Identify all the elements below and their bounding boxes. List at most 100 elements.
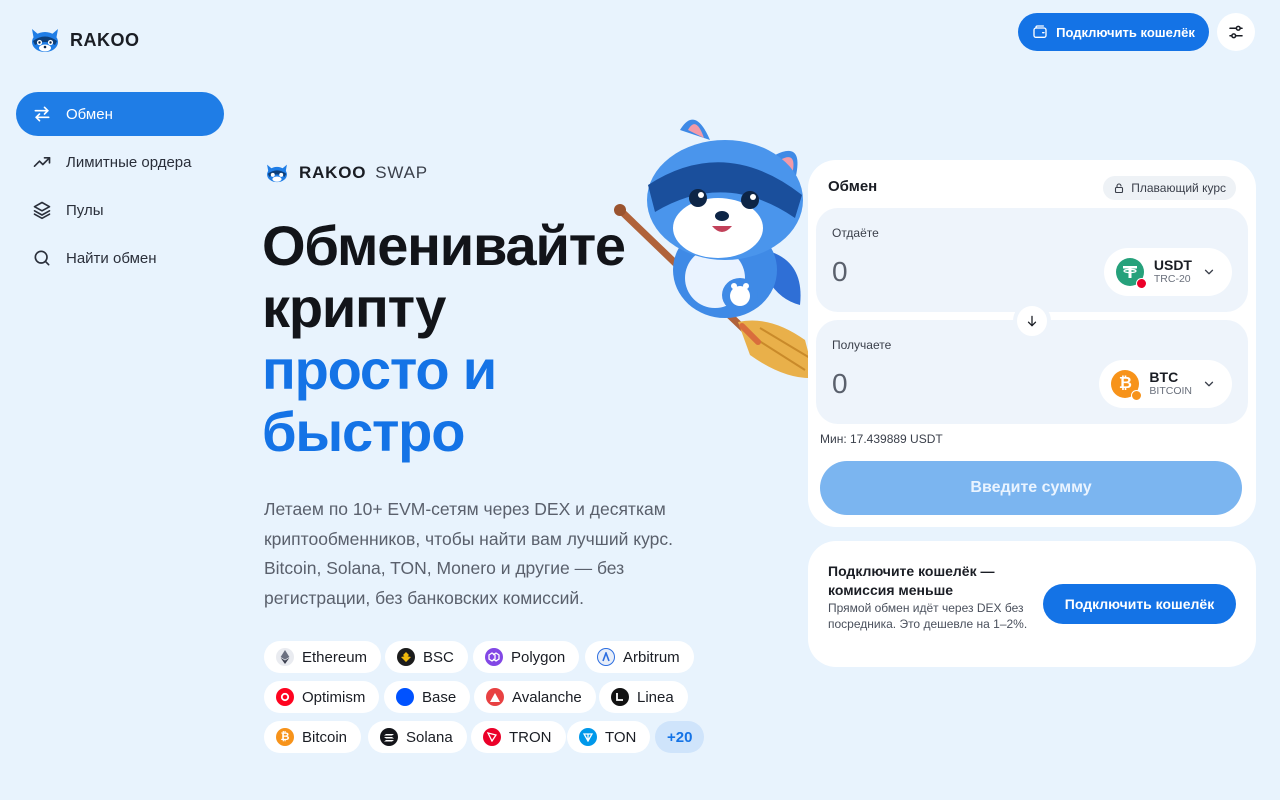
give-token-select[interactable]: USDT TRC-20: [1103, 248, 1232, 296]
base-icon: [396, 688, 414, 706]
sidebar-item-find-exchange[interactable]: Найти обмен: [16, 236, 224, 280]
promo-connect-wallet-button[interactable]: Подключить кошелёк: [1043, 584, 1236, 624]
give-token-info: USDT TRC-20: [1154, 258, 1192, 286]
receive-token-select[interactable]: ₿ BTC BITCOIN: [1099, 360, 1232, 408]
logo[interactable]: RAKOO: [28, 26, 140, 54]
headline-line-1: Обменивайте: [262, 214, 626, 277]
tron-network-badge-icon: [1135, 278, 1147, 289]
headline-line-4: быстро: [262, 400, 465, 463]
sidebar-item-pools[interactable]: Пулы: [16, 188, 224, 232]
trend-up-icon: [33, 157, 51, 167]
rate-mode-toggle[interactable]: Плавающий курс: [1103, 176, 1236, 200]
page-title: Обменивайте крипту просто и быстро: [262, 214, 626, 463]
usdt-icon: [1115, 258, 1147, 289]
chain-chip-optimism[interactable]: Optimism: [264, 681, 380, 713]
layers-icon: [33, 201, 51, 220]
receive-token-network: BITCOIN: [1149, 385, 1192, 397]
receive-token-info: BTC BITCOIN: [1149, 370, 1192, 398]
sidebar: Обмен Лимитные ордера Пулы Найти обмен: [16, 92, 224, 284]
hero-brand-secondary: SWAP: [375, 163, 428, 182]
settings-button[interactable]: [1217, 13, 1255, 51]
swap-card-title: Обмен: [828, 178, 878, 195]
promo-title: Подключите кошелёк — комиссия меньше: [828, 563, 995, 598]
wallet-icon: [1033, 25, 1047, 38]
raccoon-mascot-illustration: [614, 119, 815, 379]
hero-description: Летаем по 10+ EVM-сетям через DEX и деся…: [264, 499, 674, 608]
ethereum-icon: [276, 648, 294, 666]
solana-icon: [380, 728, 398, 746]
chip-label: Polygon: [511, 648, 566, 666]
headline-line-2: крипту: [262, 276, 446, 339]
chain-chip-base[interactable]: Base: [384, 681, 471, 713]
chain-chip-tron[interactable]: TRON: [471, 721, 566, 753]
receive-amount-input[interactable]: [832, 366, 1032, 402]
swap-direction-button[interactable]: [1013, 302, 1051, 340]
raccoon-logo-icon: [32, 29, 58, 52]
optimism-icon: [276, 688, 294, 706]
chain-chip-bitcoin[interactable]: ₿ Bitcoin: [264, 721, 362, 753]
connect-wallet-button[interactable]: Подключить кошелёк: [1018, 13, 1209, 51]
bitcoin-network-badge-icon: [1131, 390, 1143, 401]
give-token-name: USDT: [1153, 257, 1192, 273]
receive-label: Получаете: [832, 338, 892, 352]
chip-label: Avalanche: [512, 688, 582, 706]
connect-wallet-label: Подключить кошелёк: [1056, 24, 1195, 40]
give-box: Отдаёте USDT TRC-20: [816, 208, 1248, 312]
avalanche-icon: [486, 688, 504, 706]
chain-chip-solana[interactable]: Solana: [368, 721, 467, 753]
give-amount-input[interactable]: [832, 254, 1032, 290]
hero-brand: RAKOO SWAP: [264, 162, 428, 184]
chain-chip-polygon[interactable]: Polygon: [473, 641, 580, 673]
sidebar-item-swap[interactable]: Обмен: [16, 92, 224, 136]
rate-mode-label: Плавающий курс: [1131, 181, 1226, 195]
give-token-network: TRC-20: [1153, 273, 1191, 285]
arbitrum-icon: [597, 648, 615, 666]
headline-line-3: просто и: [262, 338, 497, 401]
chip-label: Ethereum: [302, 648, 368, 666]
ton-icon: [579, 728, 597, 746]
swap-card: Обмен Плавающий курс Отдаёте USDT TRC-20…: [808, 160, 1256, 527]
sidebar-item-label: Обмен: [66, 105, 113, 123]
minimum-amount: Мин: 17.439889 USDT: [820, 432, 943, 446]
wallet-promo-card: Подключите кошелёк — комиссия меньше Пря…: [808, 541, 1256, 667]
sidebar-item-label: Лимитные ордера: [66, 153, 192, 171]
arrow-down-icon: [1027, 315, 1037, 327]
bitcoin-icon: ₿: [276, 728, 294, 746]
chain-chip-bsc[interactable]: BSC: [385, 641, 468, 673]
chevron-down-icon: [1204, 269, 1214, 275]
tron-icon: [483, 728, 501, 746]
sliders-icon: [1229, 25, 1243, 39]
sidebar-item-label: Найти обмен: [66, 249, 157, 267]
chip-label: Base: [422, 688, 457, 706]
search-icon: [34, 250, 50, 266]
chain-chip-ethereum[interactable]: Ethereum: [264, 641, 382, 673]
chevron-down-icon: [1204, 381, 1214, 387]
logo-text: RAKOO: [70, 29, 140, 50]
linea-icon: [611, 688, 629, 706]
chip-label: BSC: [423, 648, 454, 666]
sidebar-item-label: Пулы: [66, 201, 104, 219]
promo-text: Прямой обмен идёт через DEX без посредни…: [828, 601, 1028, 631]
chip-label: Linea: [637, 688, 674, 706]
chain-chip-linea[interactable]: Linea: [599, 681, 688, 713]
polygon-icon: [485, 648, 503, 666]
swap-arrows-icon: [34, 106, 50, 122]
hero-brand-primary: RAKOO: [299, 163, 367, 182]
chip-label: Solana: [406, 728, 453, 746]
give-label: Отдаёте: [832, 226, 879, 240]
more-chains-chip[interactable]: +20: [655, 721, 705, 753]
btc-icon: ₿: [1111, 370, 1143, 401]
chip-label: TRON: [509, 728, 552, 746]
raccoon-logo-icon: [267, 164, 287, 183]
chain-chip-arbitrum[interactable]: Arbitrum: [585, 641, 694, 673]
chain-chip-avalanche[interactable]: Avalanche: [474, 681, 596, 713]
bsc-icon: [397, 648, 415, 666]
sidebar-item-limit-orders[interactable]: Лимитные ордера: [16, 140, 224, 184]
chip-label: Optimism: [302, 688, 366, 706]
enter-amount-button[interactable]: Введите сумму: [820, 461, 1242, 515]
receive-token-name: BTC: [1149, 369, 1179, 385]
lock-icon: [1115, 183, 1124, 194]
chip-label: +20: [667, 728, 693, 746]
chain-chip-ton[interactable]: TON: [567, 721, 651, 753]
chip-label: Bitcoin: [302, 728, 348, 746]
